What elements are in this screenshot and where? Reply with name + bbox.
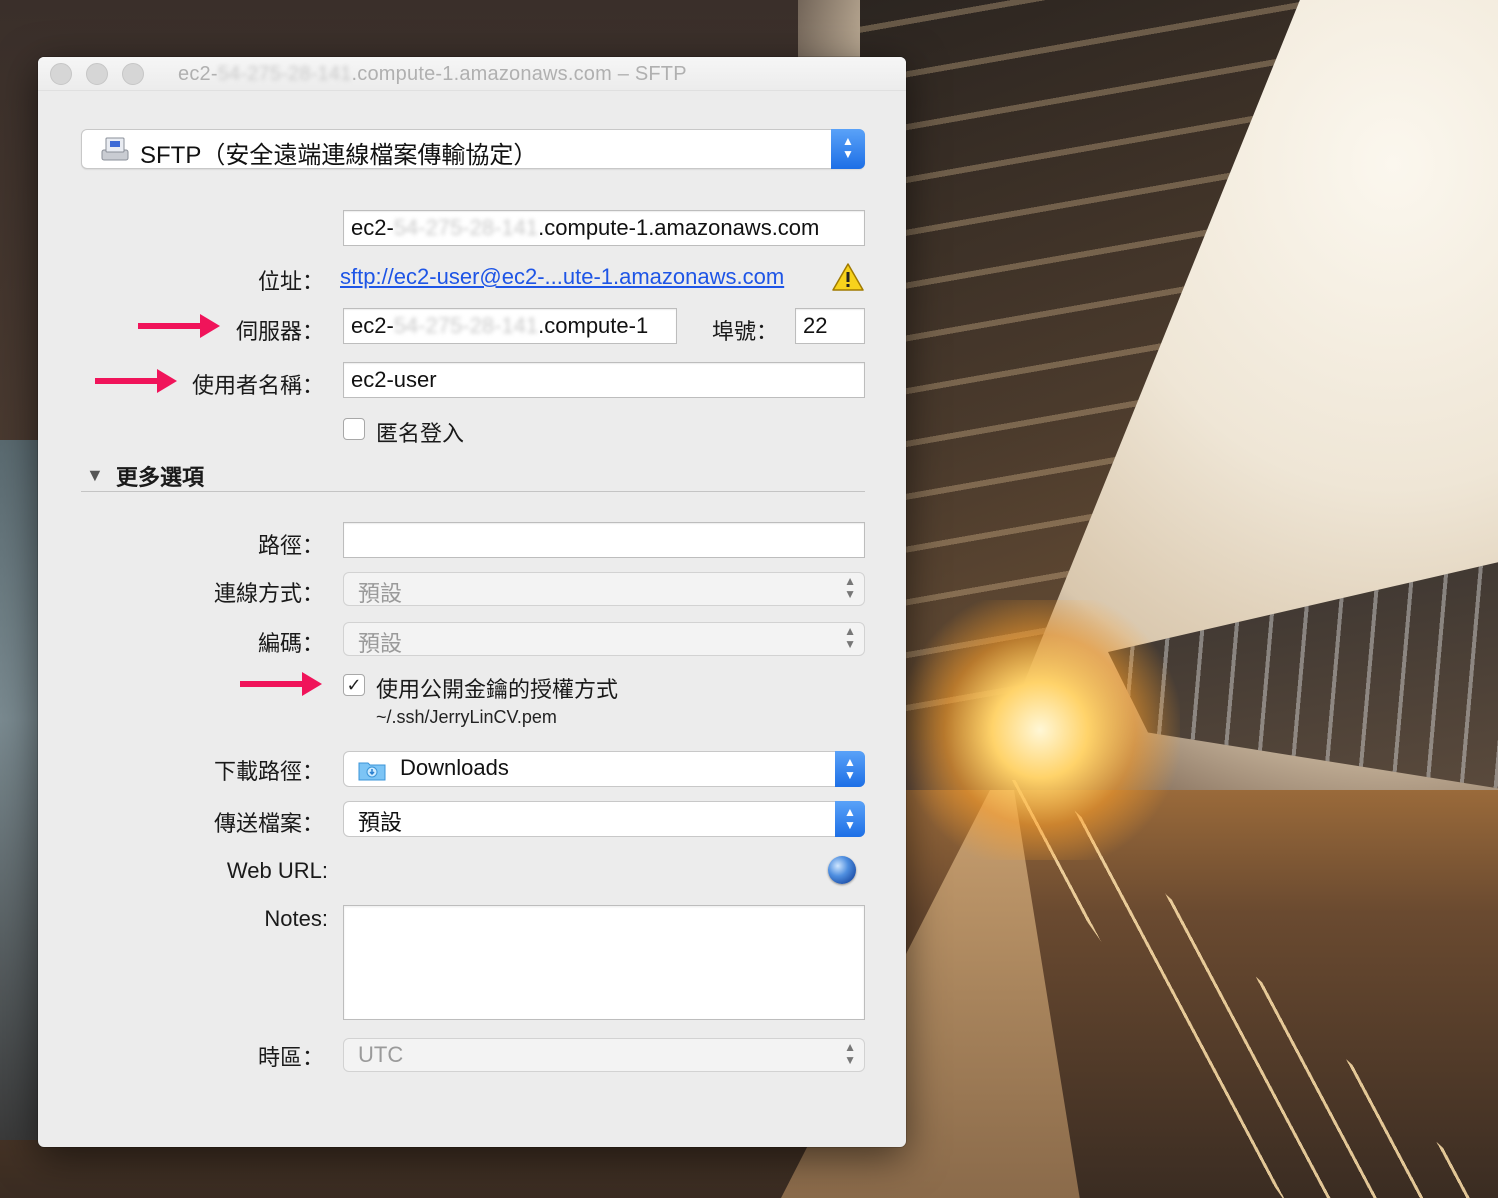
anonymous-checkbox[interactable] (343, 418, 365, 440)
sftp-connection-window: ec2-54-275-28-141.compute-1.amazonaws.co… (38, 57, 906, 1147)
username-field[interactable]: ec2-user (343, 362, 865, 398)
download-path-select[interactable]: Downloads ▲ ▼ (343, 751, 865, 787)
download-path-label: 下載路徑： (213, 759, 324, 784)
globe-icon[interactable] (828, 856, 856, 884)
close-button[interactable] (50, 63, 72, 85)
chevron-updown-icon: ▲ ▼ (844, 624, 856, 651)
timezone-label: 時區： (257, 1045, 324, 1070)
section-divider (81, 491, 865, 492)
timezone-value: UTC (358, 1042, 404, 1067)
chevron-up-icon: ▲ (844, 805, 856, 819)
connect-mode-select[interactable]: 預設 ▲ ▼ (343, 572, 865, 606)
notes-label: Notes: (264, 906, 328, 931)
protocol-popup[interactable]: SFTP（安全遠端連線檔案傳輸協定） ▲ ▼ (81, 129, 865, 169)
highlight-arrow-server (138, 314, 220, 338)
protocol-stepper[interactable]: ▲ ▼ (831, 129, 865, 169)
timezone-select[interactable]: UTC ▲ ▼ (343, 1038, 865, 1072)
port-field[interactable]: 22 (795, 308, 865, 344)
address-link[interactable]: sftp://ec2-user@ec2-...ute-1.amazonaws.c… (340, 264, 784, 290)
server-label: 伺服器： (235, 319, 324, 344)
path-label: 路徑： (257, 533, 324, 558)
username-label: 使用者名稱： (191, 373, 324, 398)
downloads-folder-icon (358, 762, 386, 781)
public-key-checkbox[interactable]: ✓ (343, 674, 365, 696)
encoding-value: 預設 (358, 631, 403, 656)
chevron-down-icon: ▼ (844, 768, 856, 782)
window-title: ec2-54-275-28-141.compute-1.amazonaws.co… (178, 63, 687, 85)
chevron-updown-icon: ▲ ▼ (844, 574, 856, 601)
connect-mode-label: 連線方式： (213, 581, 324, 606)
protocol-label: SFTP（安全遠端連線檔案傳輸協定） (140, 142, 538, 169)
public-key-label: 使用公開金鑰的授權方式 (376, 677, 619, 702)
public-key-path: ~/.ssh/JerryLinCV.pem (376, 707, 557, 727)
chevron-up-icon: ▲ (842, 134, 854, 148)
encoding-select[interactable]: 預設 ▲ ▼ (343, 622, 865, 656)
transfer-files-select[interactable]: 預設 ▲ ▼ (343, 801, 865, 837)
chevron-down-icon: ▼ (844, 818, 856, 832)
download-path-stepper[interactable]: ▲ ▼ (835, 751, 865, 787)
minimize-button[interactable] (86, 63, 108, 85)
download-path-value: Downloads (400, 755, 509, 780)
background-sun (900, 600, 1180, 860)
web-url-label: Web URL: (226, 858, 328, 883)
encoding-label: 編碼： (257, 631, 324, 656)
disclosure-triangle-icon[interactable]: ▼ (86, 465, 104, 486)
warning-icon[interactable] (832, 262, 864, 292)
more-options-title[interactable]: 更多選項 (116, 460, 204, 492)
background-left-strip (0, 440, 40, 1140)
server-field[interactable]: ec2-54-275-28-141.compute-1 (343, 308, 677, 344)
address-label: 位址： (257, 269, 324, 294)
chevron-updown-icon: ▲ ▼ (844, 1040, 856, 1067)
chevron-up-icon: ▲ (844, 755, 856, 769)
zoom-button[interactable] (122, 63, 144, 85)
host-field[interactable]: ec2-54-275-28-141.compute-1.amazonaws.co… (343, 210, 865, 246)
transfer-files-label: 傳送檔案： (213, 811, 324, 836)
anonymous-label: 匿名登入 (376, 421, 465, 446)
path-field[interactable] (343, 522, 865, 558)
highlight-arrow-public-key (240, 672, 322, 696)
notes-textarea[interactable] (343, 905, 865, 1020)
chevron-down-icon: ▼ (842, 147, 854, 161)
port-label: 埠號： (711, 319, 778, 344)
drive-icon (101, 137, 129, 161)
transfer-files-value: 預設 (358, 810, 403, 835)
connect-mode-value: 預設 (358, 581, 403, 606)
titlebar[interactable]: ec2-54-275-28-141.compute-1.amazonaws.co… (38, 57, 906, 91)
highlight-arrow-username (95, 369, 177, 393)
transfer-files-stepper[interactable]: ▲ ▼ (835, 801, 865, 837)
